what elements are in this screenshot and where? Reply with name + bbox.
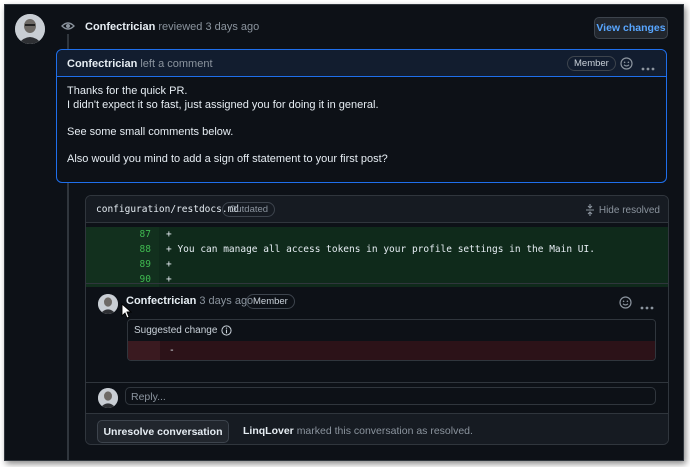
mouse-cursor-icon <box>121 302 133 319</box>
diff-line: 89 + <box>86 257 668 272</box>
view-changes-button[interactable]: View changes <box>594 17 668 39</box>
review-header: Confectrician reviewed 3 days ago <box>85 21 259 33</box>
github-review-panel: Confectrician reviewed 3 days ago View c… <box>4 4 684 461</box>
unfold-icon <box>585 204 594 216</box>
comment-header: Confectrician left a comment Member <box>57 50 666 77</box>
line-code: - <box>169 345 175 356</box>
comment-line-3: See some small comments below. <box>67 126 234 138</box>
unresolve-conversation-button[interactable]: Unresolve conversation <box>97 420 229 443</box>
member-badge: Member <box>567 56 616 71</box>
line-number <box>128 341 160 360</box>
comment-line-2: I didn't expect it so fast, just assigne… <box>67 99 379 111</box>
line-number[interactable]: 89 <box>86 257 159 272</box>
thread-comment: Confectrician 3 days ago Member Suggeste… <box>86 283 668 384</box>
reviewer-avatar[interactable] <box>15 14 45 44</box>
suggested-change-header: Suggested change <box>128 320 655 341</box>
comment-line-4: Also would you mind to add a sign off st… <box>67 153 388 165</box>
resolved-by-user[interactable]: LinqLover <box>243 425 294 437</box>
resolved-status-text: marked this conversation as resolved. <box>296 425 473 437</box>
hide-resolved-label: Hide resolved <box>598 204 660 216</box>
thread-comment-author[interactable]: Confectrician <box>126 295 196 307</box>
outdated-badge: Outdated <box>222 202 276 217</box>
current-user-avatar <box>98 388 118 408</box>
resolved-status: LinqLover marked this conversation as re… <box>243 425 473 437</box>
review-time[interactable]: 3 days ago <box>205 21 259 33</box>
line-number[interactable]: 87 <box>86 227 159 242</box>
smiley-icon[interactable] <box>620 57 633 70</box>
review-action: reviewed <box>158 21 203 33</box>
file-header: configuration/restdocs.md Outdated Hide … <box>86 196 668 223</box>
smiley-icon[interactable] <box>619 296 632 309</box>
diff-hunk: 87 + 88 + You can manage all access tokens… <box>86 227 668 287</box>
file-path[interactable]: configuration/restdocs.md <box>96 204 239 215</box>
kebab-menu-icon[interactable] <box>640 301 654 310</box>
thread-comment-header: Confectrician 3 days ago <box>126 295 253 307</box>
line-code: + <box>166 229 172 240</box>
suggested-change-block: Suggested change - <box>127 319 656 361</box>
member-badge: Member <box>246 294 295 309</box>
line-code: + <box>166 259 172 270</box>
suggested-removed-line: - <box>128 341 655 360</box>
reply-input[interactable]: Reply... <box>125 387 656 405</box>
review-comment-box: Confectrician left a comment Member Than… <box>56 49 667 183</box>
info-icon[interactable] <box>221 325 232 336</box>
resolve-bar: Unresolve conversation LinqLover marked … <box>86 413 668 444</box>
diff-line: 87 + <box>86 227 668 242</box>
file-review-thread: configuration/restdocs.md Outdated Hide … <box>85 195 669 445</box>
line-number[interactable]: 88 <box>86 242 159 257</box>
hide-resolved-toggle[interactable]: Hide resolved <box>585 204 660 216</box>
comment-action: left a comment <box>140 58 213 70</box>
review-author[interactable]: Confectrician <box>85 21 155 33</box>
line-code: + You can manage all access tokens in yo… <box>166 244 595 255</box>
reply-bar: Reply... <box>86 382 668 413</box>
comment-author-line: Confectrician left a comment <box>67 58 213 70</box>
eye-icon <box>60 18 76 34</box>
diff-line: 88 + You can manage all access tokens in … <box>86 242 668 257</box>
suggested-change-label: Suggested change <box>134 325 218 336</box>
thread-comment-avatar[interactable] <box>98 294 118 314</box>
comment-line-1: Thanks for the quick PR. <box>67 85 188 97</box>
comment-body: Thanks for the quick PR. I didn't expect … <box>57 77 666 166</box>
kebab-menu-icon[interactable] <box>641 62 655 71</box>
comment-author[interactable]: Confectrician <box>67 58 137 70</box>
